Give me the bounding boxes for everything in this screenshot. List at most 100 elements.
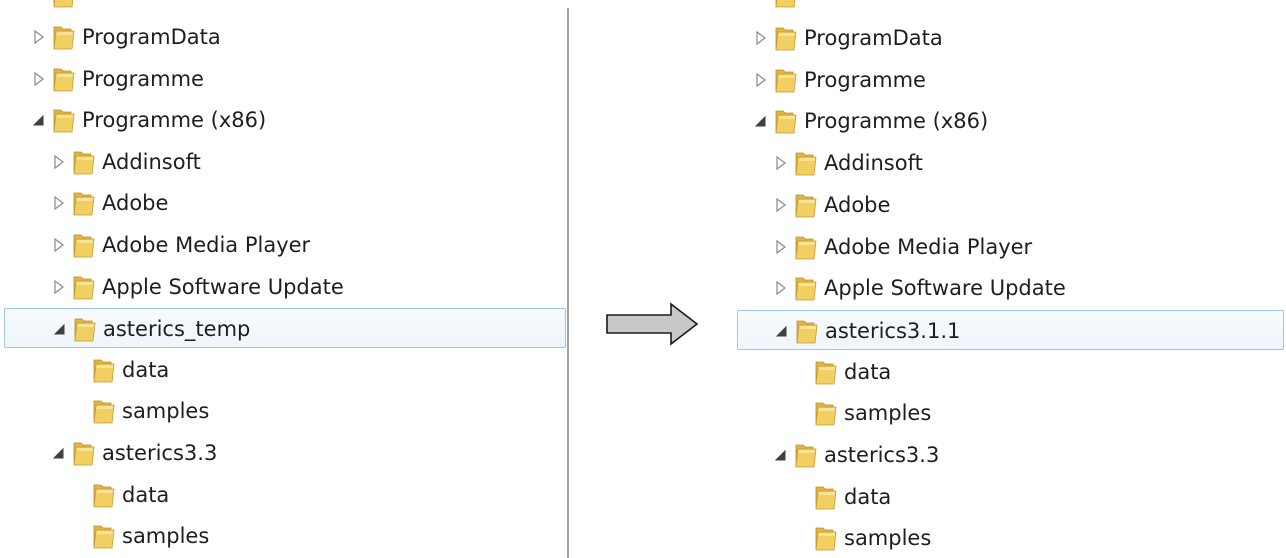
folder-icon <box>794 234 818 260</box>
tree-item[interactable]: samples <box>737 518 1284 558</box>
folder-icon <box>794 150 818 176</box>
collapse-arrow-icon[interactable] <box>775 323 789 339</box>
expand-arrow-icon[interactable] <box>774 197 788 213</box>
folder-icon <box>72 232 96 258</box>
folder-icon <box>814 484 838 510</box>
tree-item-label: Apple Software Update <box>824 276 1066 301</box>
tree-item-label: asterics3.3 <box>824 443 940 467</box>
tree-item[interactable]: data <box>4 475 566 515</box>
tree-item-label: data <box>844 484 892 509</box>
tree-item[interactable]: data <box>737 477 1284 517</box>
tree-item-label: data <box>844 359 892 384</box>
folder-icon <box>92 482 116 508</box>
folder-icon <box>814 400 838 426</box>
folder-icon <box>92 523 116 549</box>
tree-item[interactable]: Adobe <box>737 185 1284 225</box>
tree-item[interactable]: Apple Software Update <box>4 267 566 307</box>
tree-item-label: asterics_temp <box>103 317 251 342</box>
right-tree-view[interactable]: ProgramData Programme Programme (x86) Addin… <box>733 0 1286 558</box>
tree-item[interactable]: data <box>4 350 566 390</box>
tree-item-label: samples <box>122 524 210 549</box>
folder-icon <box>795 318 819 344</box>
tree-item-label: Programme (x86) <box>804 109 989 134</box>
tree-item[interactable]: Adobe Media Player <box>737 227 1284 267</box>
tree-item[interactable]: ProgramData <box>4 17 566 57</box>
expand-arrow-icon[interactable] <box>52 195 66 211</box>
tree-item[interactable]: Addinsoft <box>737 143 1284 183</box>
folder-icon <box>72 440 96 466</box>
tree-item-label: ProgramData <box>804 26 943 50</box>
expand-arrow-icon[interactable] <box>754 72 768 88</box>
tree-item[interactable]: asterics_temp <box>4 308 566 349</box>
tree-item-label: ProgramData <box>82 25 221 49</box>
expand-arrow-icon[interactable] <box>774 239 788 255</box>
folder-icon <box>52 107 76 133</box>
tree-item-label: samples <box>844 401 932 426</box>
expand-arrow-icon[interactable] <box>52 279 66 295</box>
tree-item-label: Adobe Media Player <box>102 233 311 257</box>
folder-icon <box>72 190 96 216</box>
collapse-arrow-icon[interactable] <box>774 447 788 463</box>
folder-icon <box>73 316 97 342</box>
folder-icon <box>52 24 76 50</box>
tree-item[interactable]: Apple Software Update <box>737 268 1284 308</box>
right-arrow-icon <box>606 302 699 346</box>
tree-item[interactable]: Adobe <box>4 183 566 223</box>
pane-divider <box>567 8 569 558</box>
expand-arrow-icon[interactable] <box>774 155 788 171</box>
tree-item-label: Programme <box>82 66 204 91</box>
tree-item[interactable]: ProgramData <box>737 18 1284 58</box>
folder-icon <box>794 275 818 301</box>
tree-item[interactable]: Programme (x86) <box>737 101 1284 141</box>
tree-item[interactable]: Programme <box>4 59 566 99</box>
tree-item-label: data <box>122 357 170 382</box>
tree-item[interactable]: Addinsoft <box>4 142 566 182</box>
tree-item-label: samples <box>122 399 210 424</box>
folder-icon <box>774 108 798 134</box>
tree-item-label: Apple Software Update <box>102 274 344 299</box>
tree-item-label: asterics3.1.1 <box>825 318 961 343</box>
tree-item-label: Addinsoft <box>102 149 201 174</box>
tree-item[interactable]: asterics3.3 <box>737 435 1284 475</box>
collapse-arrow-icon[interactable] <box>754 113 768 129</box>
tree-item-label: Adobe <box>824 192 891 217</box>
tree-item-label: Programme <box>804 67 926 92</box>
folder-icon <box>92 357 116 383</box>
partial-folder-icon <box>52 0 76 8</box>
left-tree-view[interactable]: ProgramData Programme Programme (x86) Addin… <box>0 0 568 558</box>
folder-icon <box>92 398 116 424</box>
collapse-arrow-icon[interactable] <box>32 112 46 128</box>
tree-item[interactable]: samples <box>737 393 1284 433</box>
expand-arrow-icon[interactable] <box>32 71 46 87</box>
expand-arrow-icon[interactable] <box>52 154 66 170</box>
expand-arrow-icon[interactable] <box>32 29 46 45</box>
tree-item-label: Adobe <box>102 191 169 216</box>
tree-item[interactable]: asterics3.1.1 <box>737 309 1284 350</box>
tree-item[interactable]: samples <box>4 391 566 431</box>
comparison-stage: ProgramData Programme Programme (x86) Addin… <box>0 0 1286 558</box>
folder-icon <box>52 66 76 92</box>
expand-arrow-icon[interactable] <box>774 280 788 296</box>
tree-item-label: data <box>122 482 170 507</box>
folder-icon <box>794 442 818 468</box>
tree-item[interactable]: Adobe Media Player <box>4 225 566 265</box>
tree-item[interactable]: data <box>737 352 1284 392</box>
expand-arrow-icon[interactable] <box>754 30 768 46</box>
tree-item[interactable]: Programme (x86) <box>4 100 566 140</box>
folder-icon <box>814 525 838 551</box>
folder-icon <box>72 149 96 175</box>
folder-icon <box>72 274 96 300</box>
collapse-arrow-icon[interactable] <box>53 321 67 337</box>
folder-icon <box>774 67 798 93</box>
collapse-arrow-icon[interactable] <box>52 445 66 461</box>
expand-arrow-icon[interactable] <box>52 237 66 253</box>
tree-item-label: Adobe Media Player <box>824 234 1033 259</box>
tree-item-label: samples <box>844 526 932 551</box>
tree-item[interactable]: Programme <box>737 60 1284 100</box>
tree-item[interactable]: asterics3.3 <box>4 433 566 473</box>
folder-icon <box>814 359 838 385</box>
tree-item-label: Programme (x86) <box>82 108 267 133</box>
tree-item[interactable]: samples <box>4 516 566 556</box>
folder-icon <box>794 192 818 218</box>
tree-item-label: Addinsoft <box>824 151 923 176</box>
